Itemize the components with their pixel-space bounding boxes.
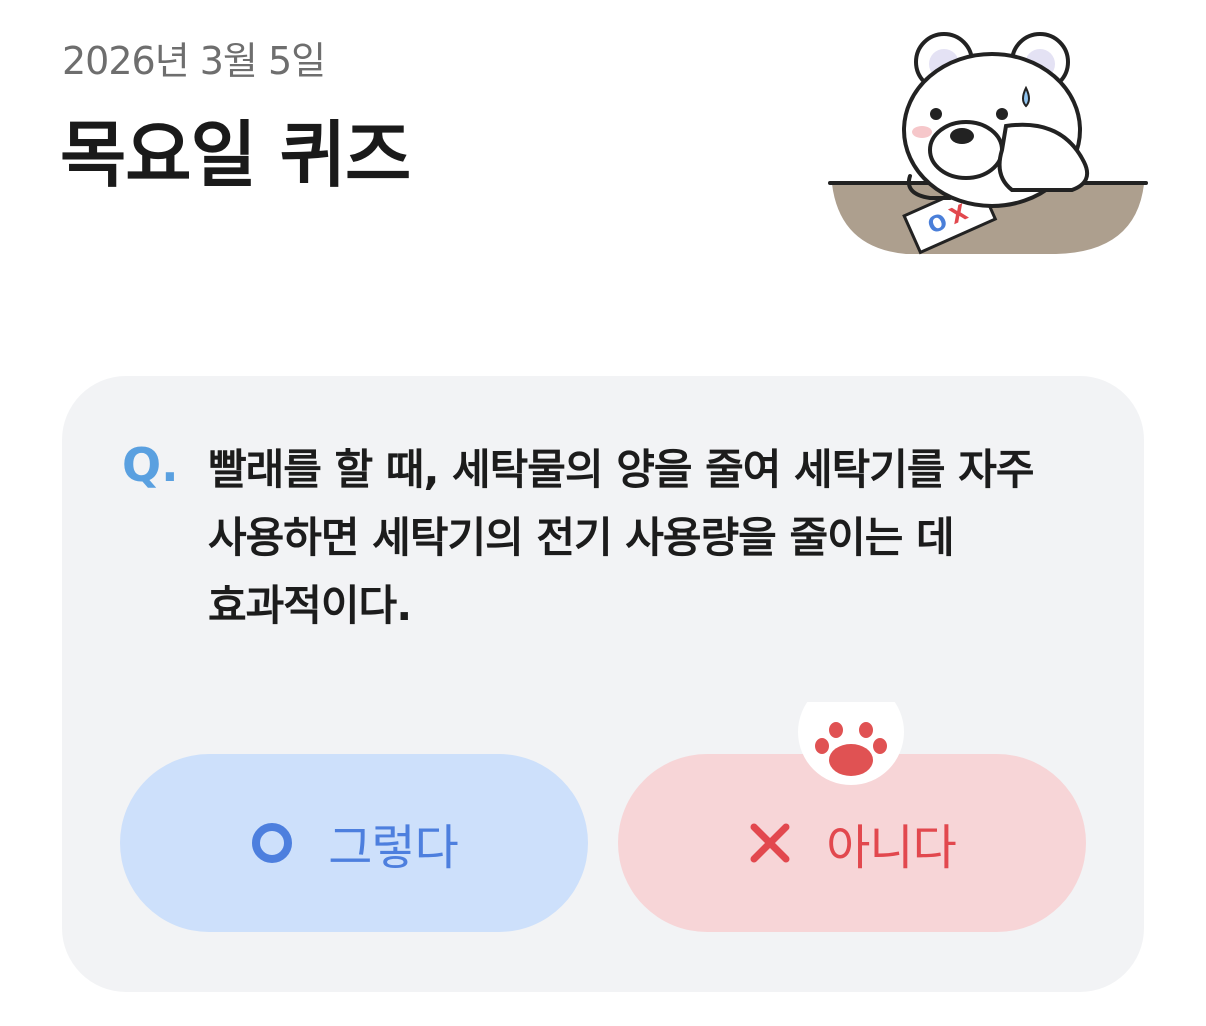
- x-mark-icon: [750, 823, 790, 863]
- page-title: 목요일 퀴즈: [60, 113, 411, 197]
- quiz-card: Q. 빨래를 할 때, 세탁물의 양을 줄여 세탁기를 자주 사용하면 세탁기의…: [62, 376, 1144, 992]
- answer-yes-label: 그렇다: [328, 820, 458, 876]
- question-line: 효과적이다.: [208, 581, 412, 630]
- polar-bear-ox-quiz-icon: O X: [828, 32, 1148, 255]
- paw-icon: [798, 702, 904, 785]
- circle-o-icon: [252, 823, 293, 863]
- question-line: 사용하면 세탁기의 전기 사용량을 줄이는 데: [208, 513, 955, 562]
- quiz-page: 2026년 3월 5일 목요일 퀴즈 O X Q. 빨래를 할 때, 세탁물의 …: [0, 0, 1206, 1026]
- answer-no-label: 아니다: [826, 820, 956, 876]
- answer-yes-button[interactable]: 그렇다: [120, 754, 588, 932]
- quiz-date: 2026년 3월 5일: [62, 39, 326, 83]
- question-text: 빨래를 할 때, 세탁물의 양을 줄여 세탁기를 자주 사용하면 세탁기의 전기…: [208, 436, 1088, 640]
- question-line: 빨래를 할 때, 세탁물의 양을 줄여 세탁기를 자주: [208, 445, 1034, 494]
- question-prefix: Q.: [122, 438, 179, 492]
